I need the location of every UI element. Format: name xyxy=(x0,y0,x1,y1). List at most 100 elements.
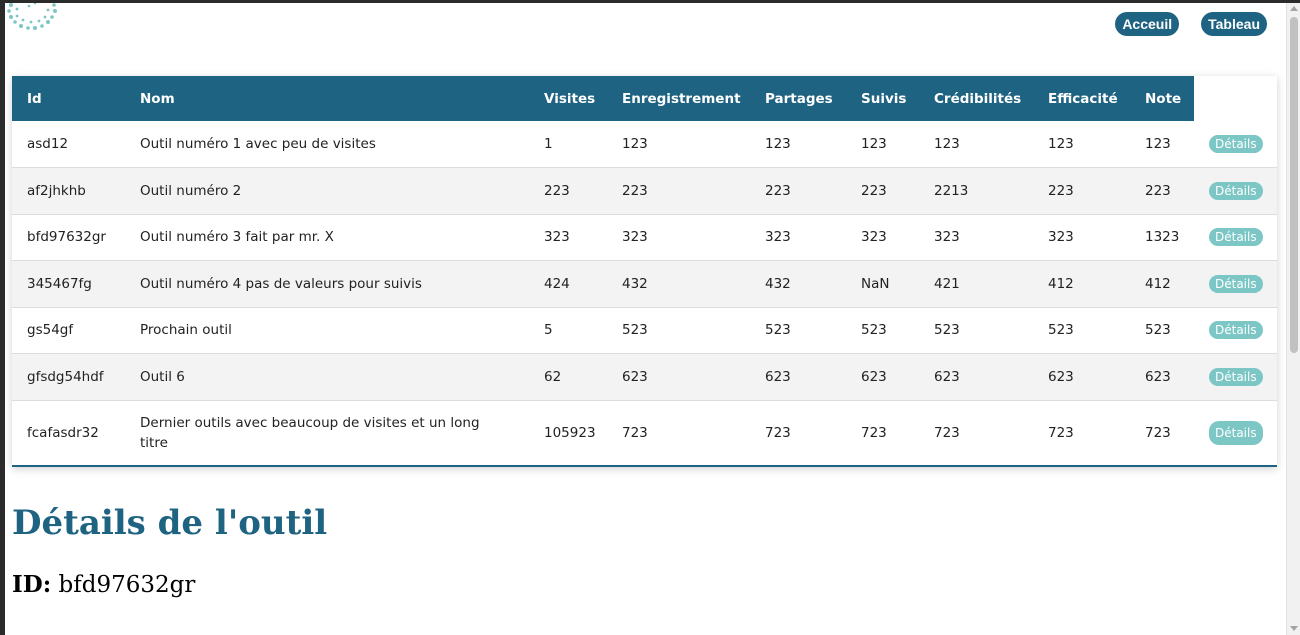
column-header-enregistrement[interactable]: Enregistrement xyxy=(607,76,750,121)
cell-actions: Détails xyxy=(1194,214,1277,261)
cell-visites: 424 xyxy=(529,260,607,308)
cell-id: asd12 xyxy=(12,121,125,168)
cell-nom: Prochain outil xyxy=(125,307,529,354)
nav-home-button[interactable]: Acceuil xyxy=(1115,12,1180,36)
details-next-line-partial xyxy=(12,625,272,635)
cell-enregistrement: 723 xyxy=(622,424,648,441)
cell-credibilites: 623 xyxy=(919,353,1033,401)
cell-note: 723 xyxy=(1145,424,1171,441)
cell-enregistrement: 523 xyxy=(607,307,750,354)
cell-partages: 523 xyxy=(750,307,846,354)
scroll-up-icon[interactable] xyxy=(1290,6,1298,11)
cell-actions: Détails xyxy=(1194,167,1277,215)
cell-nom: Outil numéro 3 fait par mr. X xyxy=(125,214,529,261)
details-button[interactable]: Détails xyxy=(1209,367,1263,386)
table-row: 345467fg Outil numéro 4 pas de valeurs p… xyxy=(12,260,1277,308)
cell-enregistrement: 623 xyxy=(607,353,750,401)
cell-efficacite: 123 xyxy=(1033,121,1130,168)
column-header-visites[interactable]: Visites xyxy=(529,76,607,121)
details-id-line: ID: bfd97632gr xyxy=(12,571,195,598)
cell-suivis: 223 xyxy=(846,167,919,215)
cell-partages: 123 xyxy=(750,121,846,168)
cell-suivis: 623 xyxy=(846,353,919,401)
table-row: bfd97632gr Outil numéro 3 fait par mr. X… xyxy=(12,214,1277,261)
cell-nom: Outil 6 xyxy=(125,353,529,401)
cell-partages: 432 xyxy=(750,260,846,308)
cell-efficacite: 623 xyxy=(1033,353,1130,401)
cell-id: af2jhkhb xyxy=(12,167,125,215)
table-row: asd12 Outil numéro 1 avec peu de visites… xyxy=(12,121,1277,168)
scroll-down-icon[interactable] xyxy=(1290,626,1298,631)
table-row: gfsdg54hdf Outil 6 62 623 623 623 623 62… xyxy=(12,353,1277,401)
cell-partages: 323 xyxy=(750,214,846,261)
cell-enregistrement: 432 xyxy=(607,260,750,308)
cell-suivis: 123 xyxy=(846,121,919,168)
column-header-nom[interactable]: Nom xyxy=(125,76,529,121)
cell-nom: Outil numéro 2 xyxy=(125,167,529,215)
cell-note: 623 xyxy=(1130,353,1194,401)
cell-actions: Détails xyxy=(1194,400,1277,465)
details-button[interactable]: Détails xyxy=(1209,135,1263,153)
column-header-efficacite[interactable]: Efficacité xyxy=(1033,76,1130,121)
cell-id: bfd97632gr xyxy=(12,214,125,261)
column-header-id[interactable]: Id xyxy=(12,76,125,121)
browser-viewport: Acceuil Tableau Id Nom Visites Enregistr… xyxy=(5,3,1286,635)
cell-note: 523 xyxy=(1130,307,1194,354)
cell-id: 345467fg xyxy=(12,260,125,308)
column-header-actions xyxy=(1194,76,1277,121)
vertical-scrollbar[interactable] xyxy=(1286,3,1300,635)
cell-partages: 223 xyxy=(750,167,846,215)
details-button[interactable]: Détails xyxy=(1209,274,1263,293)
cell-nom: Dernier outils avec beaucoup de visites … xyxy=(140,414,480,451)
details-button[interactable]: Détails xyxy=(1209,420,1263,445)
tools-table: Id Nom Visites Enregistrement Partages S… xyxy=(12,76,1277,465)
details-button[interactable]: Détails xyxy=(1209,228,1263,247)
cell-partages: 723 xyxy=(765,424,791,441)
cell-suivis: NaN xyxy=(846,260,919,308)
logo-icon xyxy=(7,3,57,30)
details-button[interactable]: Détails xyxy=(1209,181,1263,200)
column-header-note[interactable]: Note xyxy=(1130,76,1194,121)
cell-efficacite: 412 xyxy=(1033,260,1130,308)
cell-id: fcafasdr32 xyxy=(27,424,99,441)
cell-suivis: 523 xyxy=(846,307,919,354)
table-header-row: Id Nom Visites Enregistrement Partages S… xyxy=(12,76,1277,121)
cell-note: 1323 xyxy=(1130,214,1194,261)
cell-credibilites: 421 xyxy=(919,260,1033,308)
cell-actions: Détails xyxy=(1194,260,1277,308)
cell-id: gfsdg54hdf xyxy=(12,353,125,401)
cell-credibilites: 723 xyxy=(934,424,960,441)
cell-suivis: 323 xyxy=(846,214,919,261)
cell-actions: Détails xyxy=(1194,307,1277,354)
details-id-label: ID: xyxy=(12,571,52,598)
cell-id: gs54gf xyxy=(12,307,125,354)
cell-note: 412 xyxy=(1130,260,1194,308)
cell-enregistrement: 323 xyxy=(607,214,750,261)
column-header-partages[interactable]: Partages xyxy=(750,76,846,121)
cell-efficacite: 723 xyxy=(1048,424,1074,441)
cell-efficacite: 523 xyxy=(1033,307,1130,354)
details-button[interactable]: Détails xyxy=(1209,321,1263,340)
cell-visites: 1 xyxy=(529,121,607,168)
cell-enregistrement: 123 xyxy=(607,121,750,168)
column-header-credibilites[interactable]: Crédibilités xyxy=(919,76,1033,121)
cell-enregistrement: 223 xyxy=(607,167,750,215)
nav-table-button[interactable]: Tableau xyxy=(1201,12,1267,36)
column-header-suivis[interactable]: Suivis xyxy=(846,76,919,121)
cell-efficacite: 223 xyxy=(1033,167,1130,215)
cell-visites: 223 xyxy=(529,167,607,215)
cell-note: 223 xyxy=(1130,167,1194,215)
cell-nom: Outil numéro 4 pas de valeurs pour suivi… xyxy=(125,260,529,308)
cell-actions: Détails xyxy=(1194,121,1277,168)
table-row: af2jhkhb Outil numéro 2 223 223 223 223 … xyxy=(12,167,1277,215)
cell-suivis: 723 xyxy=(861,424,887,441)
table-row: fcafasdr32 Dernier outils avec beaucoup … xyxy=(12,400,1277,465)
table-row: gs54gf Prochain outil 5 523 523 523 523 … xyxy=(12,307,1277,354)
cell-nom: Outil numéro 1 avec peu de visites xyxy=(125,121,529,168)
details-id-value: bfd97632gr xyxy=(58,572,196,598)
cell-visites: 5 xyxy=(529,307,607,354)
details-title: Détails de l'outil xyxy=(12,503,328,543)
cell-efficacite: 323 xyxy=(1033,214,1130,261)
scrollbar-thumb[interactable] xyxy=(1290,17,1298,353)
top-nav: Acceuil Tableau xyxy=(1115,12,1267,36)
